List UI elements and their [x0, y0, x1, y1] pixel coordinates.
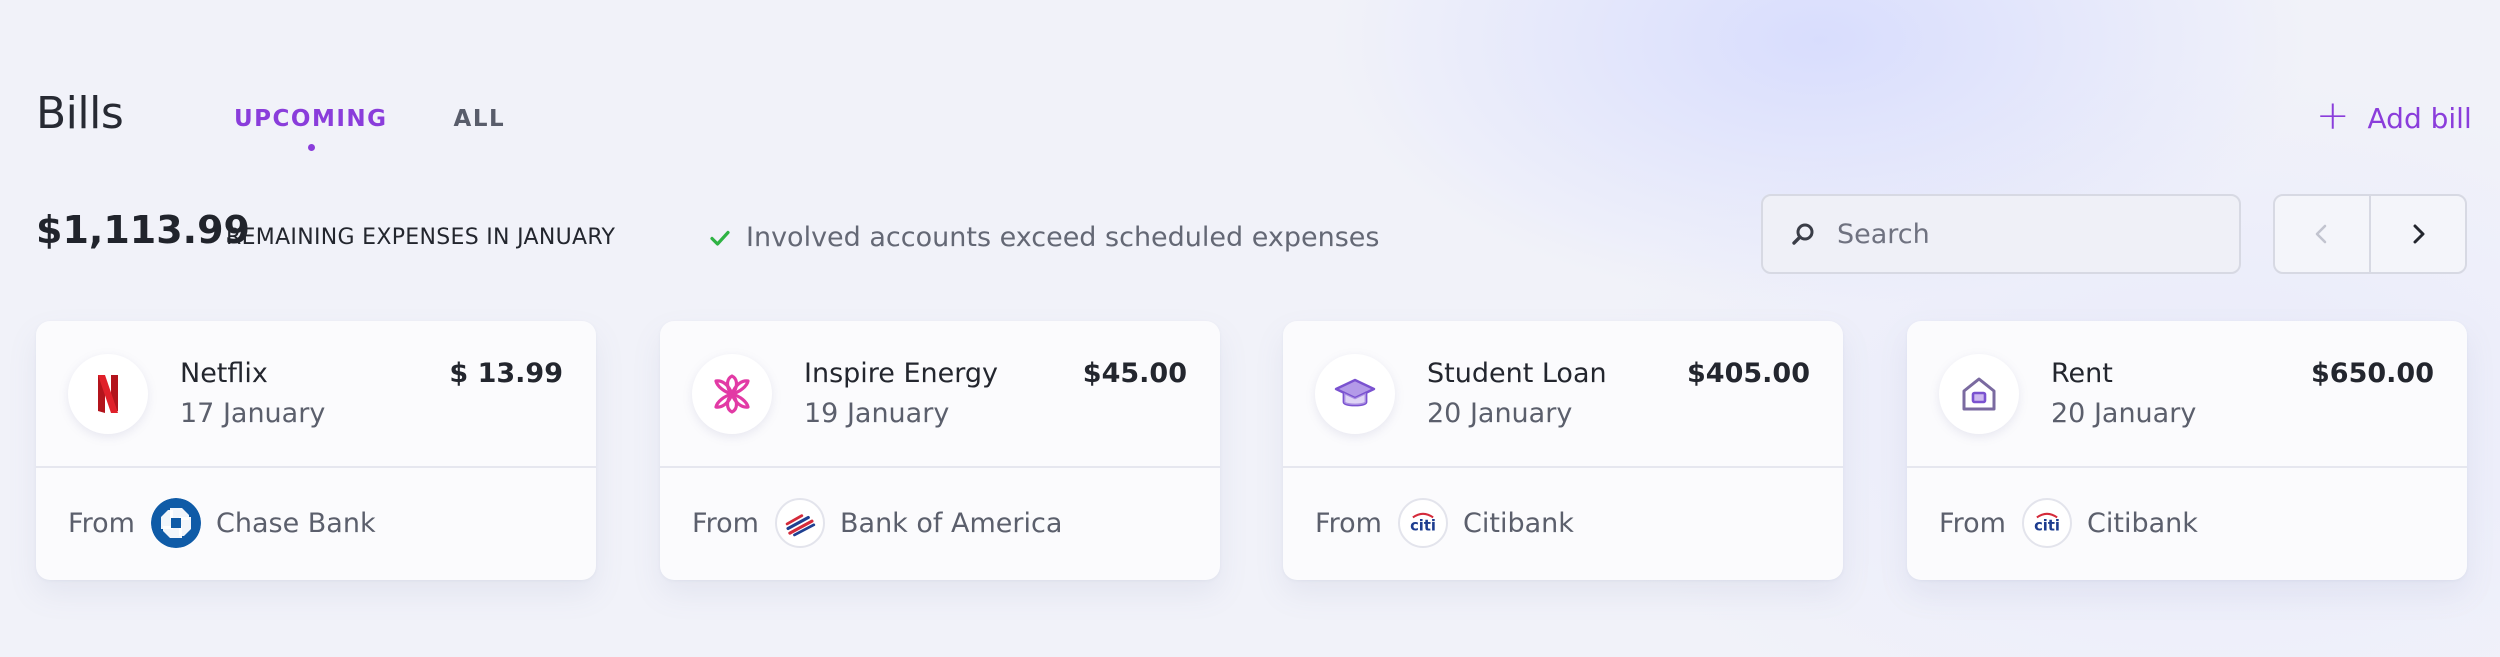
chevron-right-icon: [2413, 224, 2425, 244]
status-message: Involved accounts exceed scheduled expen…: [708, 222, 1379, 253]
tab-upcoming-label: UPCOMING: [234, 106, 388, 132]
tab-all[interactable]: ALL: [454, 106, 506, 132]
pager: [2273, 194, 2467, 274]
from-label: From: [692, 508, 759, 539]
card-divider: [36, 466, 596, 468]
status-text: Involved accounts exceed scheduled expen…: [746, 222, 1380, 253]
add-bill-button[interactable]: + Add bill: [2316, 96, 2472, 136]
chase-logo-icon: [151, 498, 201, 548]
bank-of-america-logo-icon: [775, 498, 825, 548]
plus-icon: +: [2316, 93, 2350, 139]
search-icon: [1792, 223, 1814, 245]
svg-text:citi: citi: [1410, 517, 1436, 534]
graduation-cap-icon: [1315, 354, 1395, 434]
search-input[interactable]: [1837, 218, 2217, 250]
bill-name: Netflix: [180, 358, 268, 389]
citi-logo-icon: citi: [2022, 498, 2072, 548]
from-label: From: [1315, 508, 1382, 539]
card-divider: [1283, 466, 1843, 468]
page-title: Bills: [36, 88, 124, 139]
bill-card-header: Rent 20 January $650.00: [1907, 321, 2467, 466]
citi-logo-icon: citi: [1398, 498, 1448, 548]
bill-date: 19 January: [804, 398, 950, 429]
bill-date: 20 January: [1427, 398, 1573, 429]
from-label: From: [1939, 508, 2006, 539]
card-divider: [1907, 466, 2467, 468]
bank-name: Citibank: [2087, 508, 2198, 539]
chevron-left-icon: [2315, 224, 2327, 244]
netflix-logo-icon: [68, 354, 148, 434]
active-tab-indicator: [307, 144, 315, 151]
bill-card-header: Student Loan 20 January $405.00: [1283, 321, 1843, 466]
bill-card-student-loan[interactable]: Student Loan 20 January $405.00 From cit…: [1283, 321, 1843, 580]
bill-card-header: Netflix 17 January $ 13.99: [36, 321, 596, 466]
bank-name: Citibank: [1463, 508, 1574, 539]
next-page-button[interactable]: [2369, 196, 2465, 272]
bill-amount: $405.00: [1687, 358, 1810, 389]
bill-date: 20 January: [2051, 398, 2197, 429]
bill-name: Rent: [2051, 358, 2113, 389]
remaining-label: REMAINING EXPENSES IN JANUARY: [226, 225, 616, 250]
bill-amount: $ 13.99: [449, 358, 563, 389]
bill-date: 17 January: [180, 398, 326, 429]
search-box[interactable]: [1761, 194, 2241, 274]
previous-page-button[interactable]: [2275, 196, 2369, 272]
bill-card-header: Inspire Energy 19 January $45.00: [660, 321, 1220, 466]
house-icon: [1939, 354, 2019, 434]
card-divider: [660, 466, 1220, 468]
energy-asterisk-icon: [692, 354, 772, 434]
bill-amount: $45.00: [1082, 358, 1187, 389]
bill-name: Student Loan: [1427, 358, 1607, 389]
bill-card-rent[interactable]: Rent 20 January $650.00 From citi Citiba…: [1907, 321, 2467, 580]
bill-tabs: UPCOMING ALL: [234, 106, 506, 151]
check-icon: [710, 230, 730, 246]
bank-name: Chase Bank: [216, 508, 376, 539]
tab-upcoming[interactable]: UPCOMING: [234, 106, 388, 151]
bill-name: Inspire Energy: [804, 358, 999, 389]
bill-amount: $650.00: [2311, 358, 2434, 389]
remaining-total: $1,113.99: [36, 208, 250, 252]
svg-text:citi: citi: [2034, 517, 2060, 534]
bank-name: Bank of America: [840, 508, 1063, 539]
add-bill-label: Add bill: [2367, 101, 2472, 135]
bill-card-inspire-energy[interactable]: Inspire Energy 19 January $45.00 From Ba…: [660, 321, 1220, 580]
bill-card-netflix[interactable]: Netflix 17 January $ 13.99 From Chase Ba…: [36, 321, 596, 580]
from-label: From: [68, 508, 135, 539]
tab-all-label: ALL: [453, 106, 506, 132]
